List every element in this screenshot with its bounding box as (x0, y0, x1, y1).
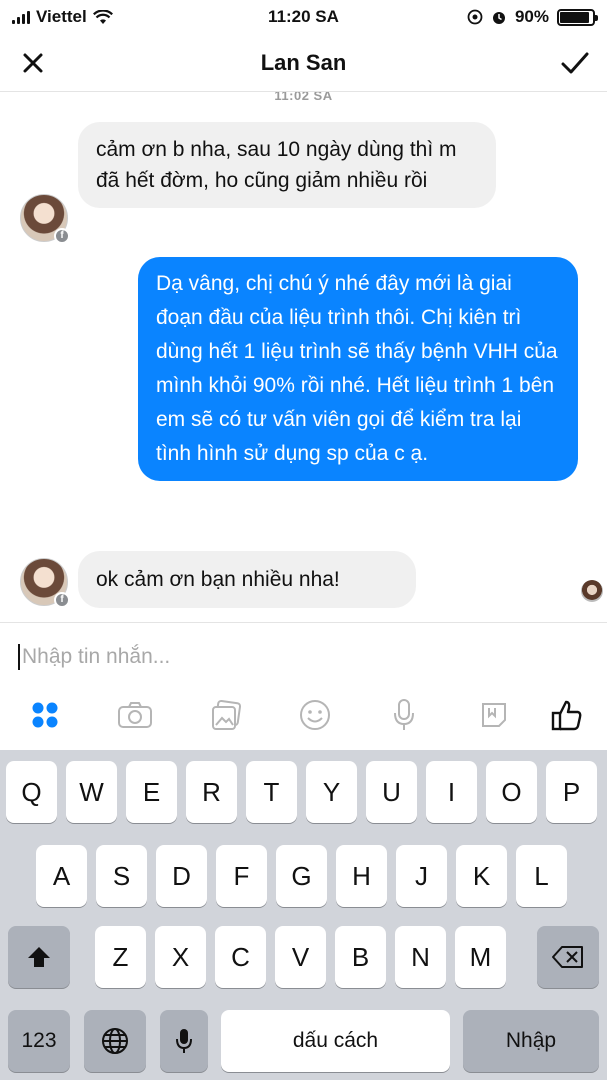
emoji-icon (300, 700, 330, 730)
sticker-icon (482, 703, 506, 727)
key-m[interactable]: M (455, 926, 506, 988)
apps-grid-button[interactable] (25, 695, 65, 735)
facebook-badge-icon: f (54, 592, 70, 608)
key-z[interactable]: Z (95, 926, 146, 988)
close-button[interactable] (16, 46, 50, 80)
signal-icon (12, 10, 30, 24)
globe-key[interactable] (84, 1010, 146, 1072)
apps-grid-icon (32, 702, 58, 728)
globe-icon (102, 1028, 128, 1054)
photo-icon (212, 699, 242, 730)
key-d[interactable]: D (156, 845, 207, 907)
status-bar: Viettel 11:20 SA 90% (0, 0, 607, 34)
microphone-icon (394, 699, 414, 730)
message-timestamp: 11:02 SA (274, 92, 333, 103)
key-c[interactable]: C (215, 926, 266, 988)
battery-icon (557, 8, 598, 26)
camera-button[interactable] (115, 695, 155, 735)
message-bubble-incoming[interactable]: cảm ơn b nha, sau 10 ngày dùng thì m đã … (78, 122, 496, 208)
screen-lock-icon (467, 9, 483, 25)
sticker-button[interactable] (474, 695, 514, 735)
key-w[interactable]: W (66, 761, 117, 823)
key-p[interactable]: P (546, 761, 597, 823)
wifi-icon (92, 9, 113, 24)
key-i[interactable]: I (426, 761, 477, 823)
conversation-title: Lan San (260, 49, 347, 75)
message-bubble-outgoing[interactable]: Dạ vâng, chị chú ý nhé đây mới là giai đ… (138, 257, 578, 481)
camera-icon (118, 702, 152, 728)
key-r[interactable]: R (186, 761, 237, 823)
backspace-icon (552, 946, 583, 968)
nav-bar: Lan San (0, 34, 607, 92)
key-y[interactable]: Y (306, 761, 357, 823)
key-q[interactable]: Q (6, 761, 57, 823)
microphone-icon (176, 1029, 192, 1053)
photo-button[interactable] (206, 695, 246, 735)
facebook-badge-icon: f (54, 228, 70, 244)
key-g[interactable]: G (276, 845, 327, 907)
numbers-key[interactable]: 123 (8, 1010, 70, 1072)
message-input-placeholder: Nhập tin nhắn... (22, 645, 171, 668)
carrier-name: Viettel (36, 7, 87, 26)
thumbs-up-icon (551, 700, 582, 731)
return-key[interactable]: Nhập (463, 1010, 599, 1072)
composer-toolbar (0, 689, 607, 737)
shift-icon (28, 947, 50, 967)
key-u[interactable]: U (366, 761, 417, 823)
key-t[interactable]: T (246, 761, 297, 823)
checkmark-icon (561, 52, 589, 74)
like-button[interactable] (547, 695, 587, 735)
status-right: 90% (467, 7, 598, 27)
done-button[interactable] (557, 46, 593, 80)
emoji-button[interactable] (295, 695, 335, 735)
shift-key[interactable] (8, 926, 70, 988)
key-j[interactable]: J (396, 845, 447, 907)
space-key[interactable]: dấu cách (221, 1010, 450, 1072)
key-x[interactable]: X (155, 926, 206, 988)
key-e[interactable]: E (126, 761, 177, 823)
chat-area[interactable]: 11:02 SA cảm ơn b nha, sau 10 ngày dùng … (0, 92, 607, 622)
seen-avatar-icon (581, 580, 603, 602)
key-b[interactable]: B (335, 926, 386, 988)
key-h[interactable]: H (336, 845, 387, 907)
key-o[interactable]: O (486, 761, 537, 823)
composer: Nhập tin nhắn... (0, 622, 607, 750)
message-bubble-incoming[interactable]: ok cảm ơn bạn nhiều nha! (78, 551, 416, 608)
key-a[interactable]: A (36, 845, 87, 907)
status-left: Viettel (12, 7, 113, 27)
microphone-button[interactable] (384, 695, 424, 735)
key-n[interactable]: N (395, 926, 446, 988)
key-k[interactable]: K (456, 845, 507, 907)
dictation-key[interactable] (160, 1010, 208, 1072)
battery-percent: 90% (514, 7, 549, 26)
key-v[interactable]: V (275, 926, 326, 988)
keyboard: QWERTYUIOP ASDFGHJKL ZXCVBNM 123 dấu các… (0, 750, 607, 1080)
backspace-key[interactable] (537, 926, 599, 988)
key-s[interactable]: S (96, 845, 147, 907)
battery-fill (560, 11, 589, 23)
text-caret (18, 644, 20, 670)
message-input[interactable]: Nhập tin nhắn... (18, 641, 578, 673)
key-l[interactable]: L (516, 845, 567, 907)
close-icon (23, 53, 43, 73)
key-f[interactable]: F (216, 845, 267, 907)
alarm-icon (492, 12, 505, 24)
